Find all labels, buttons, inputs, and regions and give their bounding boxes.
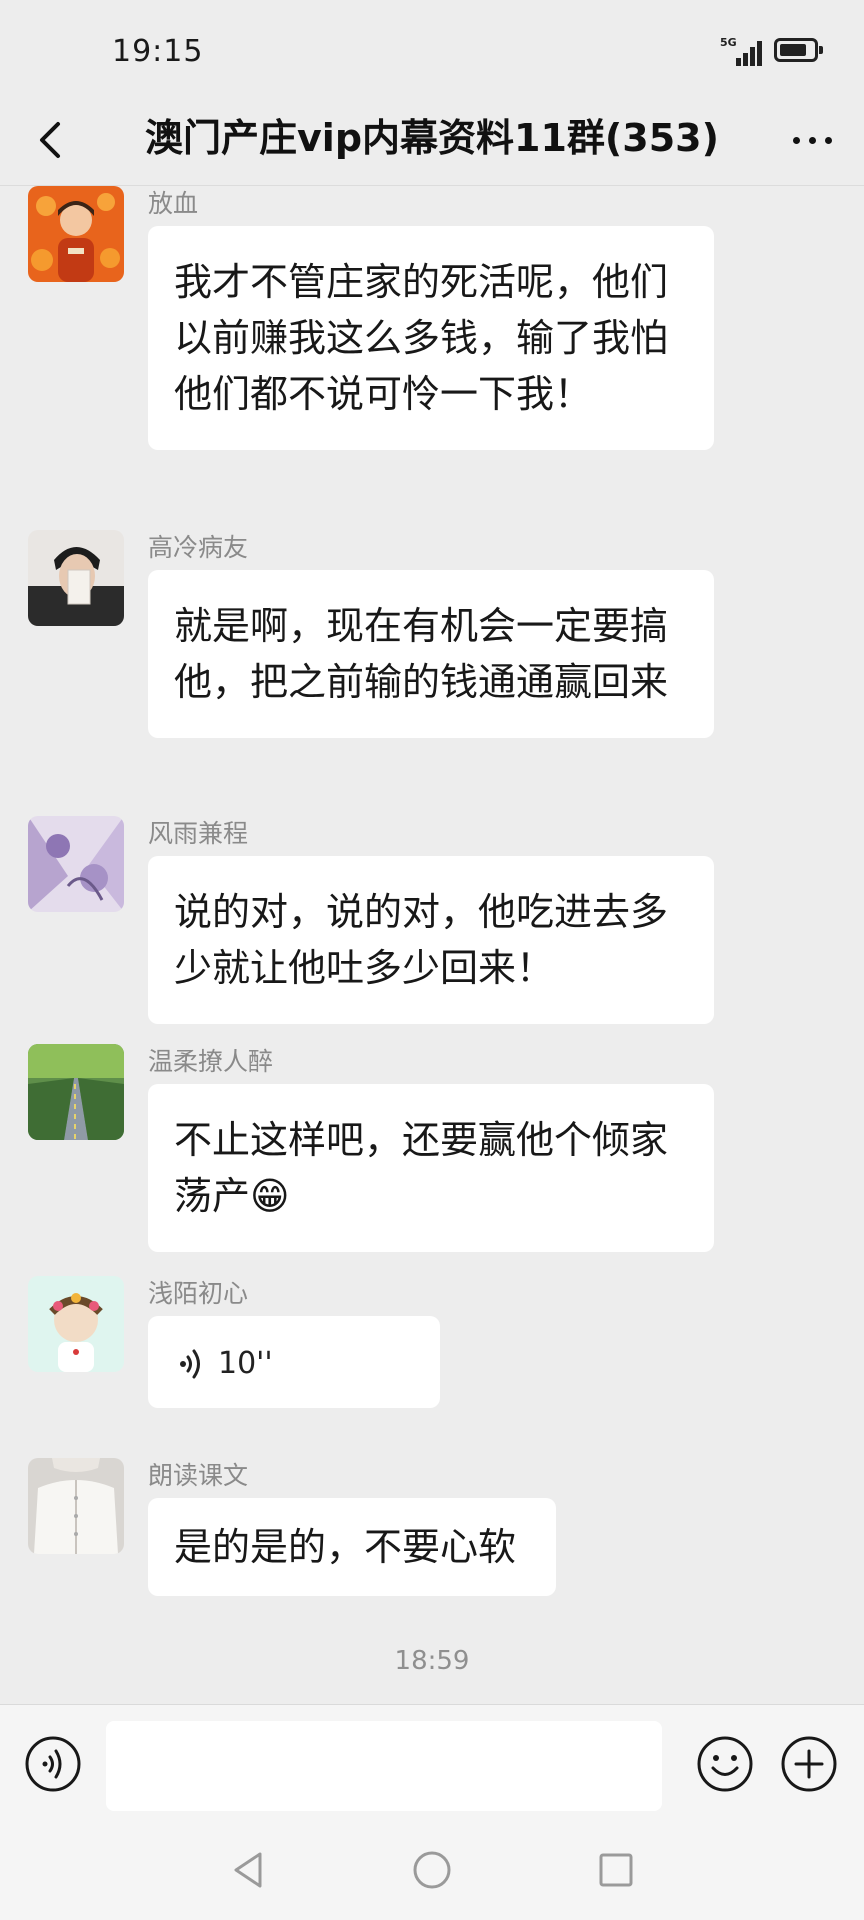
voice-toggle-button[interactable] (24, 1735, 82, 1793)
battery-icon (774, 38, 823, 62)
avatar[interactable] (28, 816, 124, 912)
square-recents-icon (599, 1853, 633, 1887)
avatar[interactable] (28, 1276, 124, 1372)
message-bubble[interactable]: 说的对，说的对，他吃进去多少就让他吐多少回来！ (148, 856, 714, 1024)
message-bubble[interactable]: 我才不管庄家的死活呢，他们以前赚我这么多钱，输了我怕他们都不说可怜一下我！ (148, 226, 714, 450)
voice-duration: 10'' (218, 1346, 273, 1381)
voice-row: 10'' (178, 1336, 410, 1392)
system-home-button[interactable] (408, 1846, 456, 1894)
sender-name: 风雨兼程 (148, 819, 249, 848)
chevron-left-icon (40, 122, 60, 158)
input-bar (0, 1704, 864, 1822)
chat-title: 澳门产庄vip内幕资料11群(353) (145, 116, 719, 160)
message-text: 我才不管庄家的死活呢，他们以前赚我这么多钱，输了我怕他们都不说可怜一下我！ (174, 260, 669, 416)
sender-name: 温柔撩人醉 (148, 1047, 274, 1076)
sender-name: 浅陌初心 (148, 1279, 249, 1308)
avatar-image (28, 186, 124, 282)
more-dots-icon (792, 136, 800, 144)
emoji-button[interactable] (696, 1735, 754, 1793)
sender-name: 高冷病友 (148, 533, 249, 562)
voice-message-bubble[interactable]: 10'' (148, 1316, 440, 1408)
voice-icon (25, 1736, 81, 1792)
avatar[interactable] (28, 530, 124, 626)
system-nav-bar (0, 1822, 864, 1920)
more-button[interactable] (780, 112, 844, 168)
message-input[interactable] (106, 1721, 662, 1811)
avatar-image (28, 1044, 124, 1140)
avatar[interactable] (28, 1044, 124, 1140)
plus-button[interactable] (780, 1735, 838, 1793)
system-recents-button[interactable] (592, 1846, 640, 1894)
status-time: 19:15 (112, 34, 204, 69)
message-text: 是的是的，不要心软 (174, 1525, 517, 1569)
avatar-image (28, 1276, 124, 1372)
status-bar: 19:15 5G (0, 0, 864, 96)
avatar[interactable] (28, 186, 124, 282)
signal-icon: 5G (720, 36, 766, 66)
triangle-back-icon (234, 1852, 262, 1888)
sender-name: 朗读课文 (148, 1461, 249, 1490)
voice-wave-icon (180, 1349, 200, 1379)
avatar-image (28, 1458, 124, 1554)
message-bubble[interactable]: 是的是的，不要心软 (148, 1498, 556, 1596)
message-text: 说的对，说的对，他吃进去多少就让他吐多少回来！ (174, 890, 669, 990)
circle-home-icon (413, 1851, 451, 1889)
message-bubble[interactable]: 就是啊，现在有机会一定要搞他，把之前输的钱通通赢回来 (148, 570, 714, 738)
back-button[interactable] (22, 112, 78, 168)
sender-name: 放血 (148, 189, 199, 218)
avatar[interactable] (28, 1458, 124, 1554)
avatar-image (28, 816, 124, 912)
network-label: 5G (720, 36, 737, 49)
chat-timestamp: 18:59 (394, 1646, 470, 1676)
message-text: 就是啊，现在有机会一定要搞他，把之前输的钱通通赢回来 (174, 604, 669, 704)
message-bubble[interactable]: 不止这样吧，还要赢他个倾家荡产😁 (148, 1084, 714, 1252)
smiley-icon (697, 1736, 753, 1792)
chat-header: 澳门产庄vip内幕资料11群(353) (0, 96, 864, 186)
plus-circle-icon (781, 1736, 837, 1792)
message-text: 不止这样吧，还要赢他个倾家荡产😁 (174, 1118, 669, 1218)
avatar-image (28, 530, 124, 626)
system-back-button[interactable] (224, 1846, 272, 1894)
